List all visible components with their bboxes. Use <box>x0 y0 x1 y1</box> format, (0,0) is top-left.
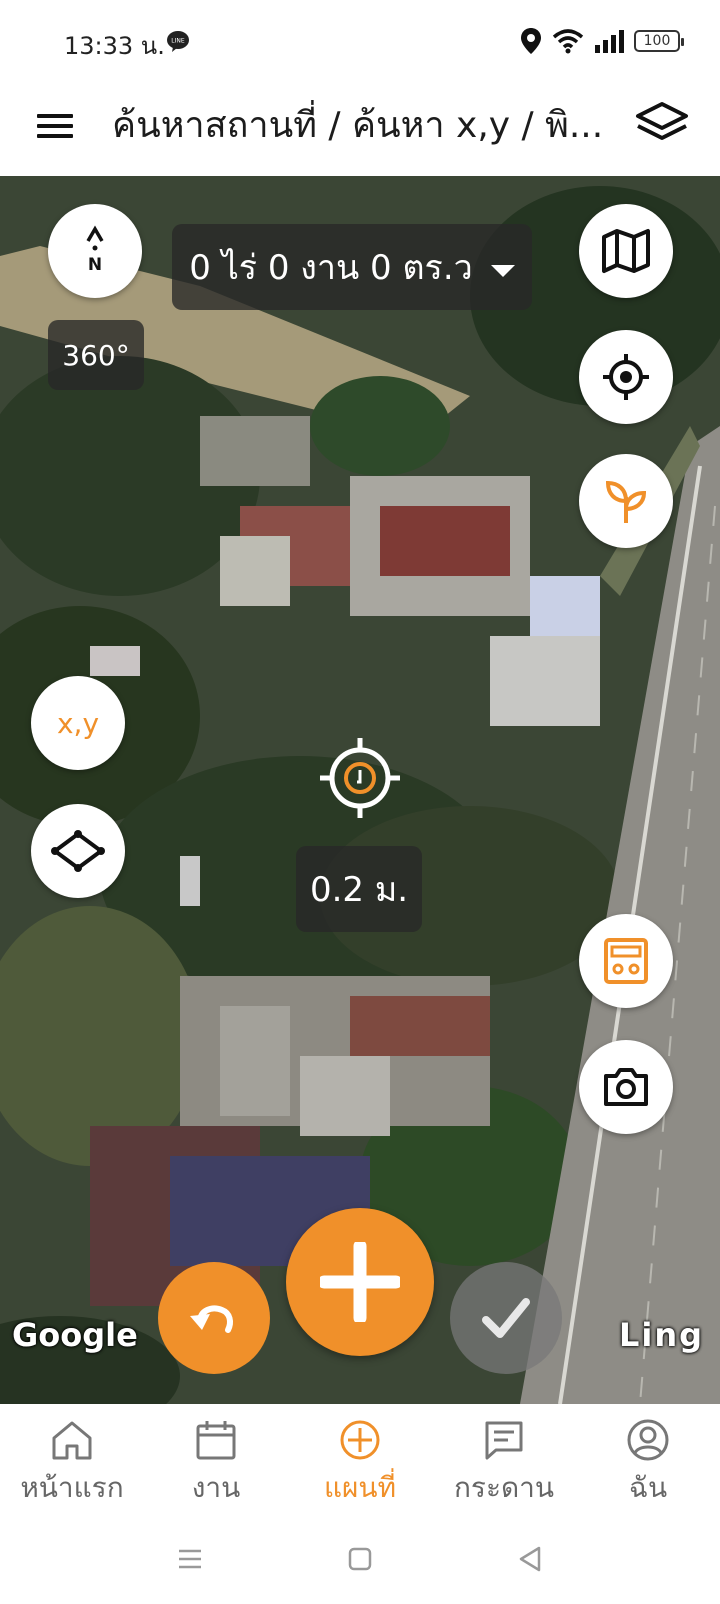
camera-icon <box>604 1068 648 1106</box>
confirm-button[interactable] <box>450 1262 562 1374</box>
nav-item-map[interactable]: แผนที่ <box>288 1404 432 1514</box>
nav-item-board[interactable]: กระดาน <box>432 1404 576 1514</box>
distance-value: 0.2 ม. <box>309 870 409 910</box>
board-icon <box>485 1421 523 1460</box>
target-icon <box>603 354 649 400</box>
app-bar: ค้นหาสถานที่ / ค้นหา x,y / พิ... <box>0 80 720 176</box>
rotation-value: 360° <box>62 338 130 372</box>
area-measure-dropdown[interactable]: 0 ไร่ 0 งาน 0 ตร.ว <box>172 224 532 310</box>
nav-label-map: แผนที่ <box>323 1471 397 1504</box>
bottom-nav: หน้าแรก งาน แผนที่ กระดาน ฉัน <box>0 1404 720 1514</box>
check-icon <box>482 1298 530 1338</box>
rotation-chip: 360° <box>48 320 144 390</box>
svg-text:LINE: LINE <box>171 38 185 45</box>
recent-apps-icon[interactable] <box>175 1544 205 1574</box>
xy-button[interactable]: x,y <box>31 676 125 770</box>
nav-item-profile[interactable]: ฉัน <box>576 1404 720 1514</box>
nav-label-profile: ฉัน <box>628 1471 668 1504</box>
nav-item-tasks[interactable]: งาน <box>144 1404 288 1514</box>
caret-down-icon <box>490 265 515 277</box>
distance-chip: 0.2 ม. <box>296 846 422 932</box>
compass-icon: N <box>86 225 104 275</box>
plus-icon <box>320 1242 400 1322</box>
line-app-icon: LINE <box>167 31 189 52</box>
map-type-button[interactable] <box>579 204 673 298</box>
search-title[interactable]: ค้นหาสถานที่ / ค้นหา x,y / พิ... <box>112 98 622 154</box>
add-point-button[interactable] <box>286 1208 434 1356</box>
undo-button[interactable] <box>158 1262 270 1374</box>
satellite-map[interactable]: N 360° 0 ไร่ 0 งาน 0 ตร.ว x,y 0.2 ม. Goo… <box>0 176 720 1404</box>
wifi-icon <box>552 29 584 54</box>
home-icon <box>52 1421 92 1460</box>
undo-icon <box>190 1305 233 1333</box>
map-icon <box>602 229 650 273</box>
status-time: 13:33 น. <box>64 32 165 60</box>
calculator-button[interactable] <box>579 914 673 1008</box>
polygon-button[interactable] <box>31 804 125 898</box>
add-circle-icon <box>340 1420 380 1460</box>
menu-icon[interactable] <box>32 102 80 150</box>
polygon-icon <box>51 830 105 872</box>
compass-label: N <box>88 255 102 275</box>
camera-button[interactable] <box>579 1040 673 1134</box>
status-bar: 13:33 น. LINE 100 <box>0 0 720 80</box>
compass-button[interactable]: N <box>48 204 142 298</box>
home-square-icon[interactable] <box>345 1544 375 1574</box>
nav-label-tasks: งาน <box>191 1471 241 1504</box>
location-icon <box>521 28 541 54</box>
system-nav-bar <box>0 1514 720 1604</box>
ling-attribution: Ling <box>618 1316 704 1354</box>
google-attribution: Google <box>12 1316 138 1354</box>
battery-level: 100 <box>643 33 671 49</box>
calculator-icon <box>604 938 648 984</box>
plant-button[interactable] <box>579 454 673 548</box>
nav-label-board: กระดาน <box>453 1471 555 1504</box>
back-icon[interactable] <box>515 1544 545 1574</box>
nav-label-home: หน้าแรก <box>20 1471 124 1504</box>
layers-icon[interactable] <box>634 96 690 152</box>
calendar-icon <box>196 1421 236 1460</box>
sprout-icon <box>605 480 647 523</box>
status-icons: 100 <box>520 26 684 56</box>
profile-icon <box>627 1419 669 1461</box>
area-measure-value: 0 ไร่ 0 งาน 0 ตร.ว <box>189 248 473 288</box>
crosshair-icon <box>320 738 400 818</box>
xy-label: x,y <box>56 706 100 740</box>
battery-indicator: 100 <box>634 30 684 52</box>
signal-icon <box>595 30 624 53</box>
my-location-button[interactable] <box>579 330 673 424</box>
nav-item-home[interactable]: หน้าแรก <box>0 1404 144 1514</box>
